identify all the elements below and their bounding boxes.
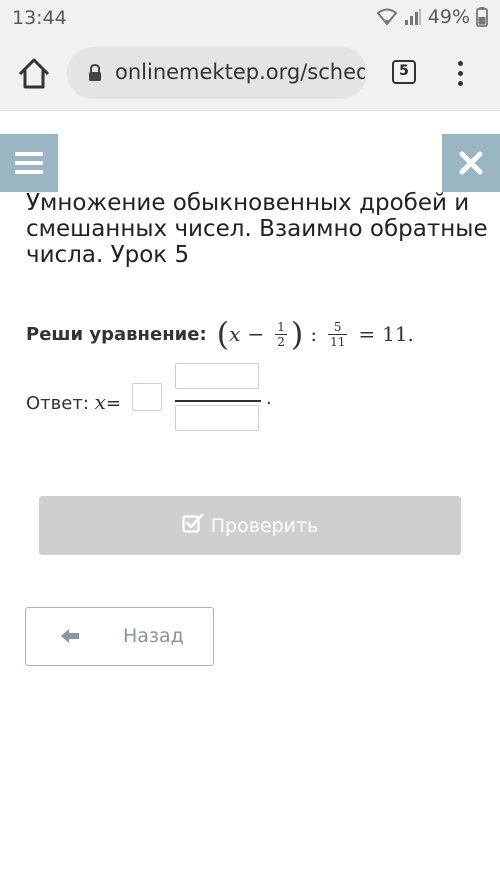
minus-sign: − (247, 322, 265, 346)
address-bar[interactable]: onlinemektep.org/schedule (67, 47, 367, 99)
status-time: 13:44 (12, 7, 67, 29)
equation-result: 11. (382, 322, 414, 346)
browser-toolbar: onlinemektep.org/schedule 5 (0, 36, 500, 111)
fraction-one-half: 1 2 (275, 319, 287, 349)
battery-level: 49% (427, 6, 470, 28)
whole-part-input[interactable] (132, 383, 162, 411)
fraction-bar (175, 400, 261, 402)
back-button-label: Назад (123, 625, 184, 647)
numerator-input[interactable] (175, 363, 259, 389)
task-label: Реши уравнение: (26, 323, 207, 345)
status-indicators: 49% (376, 6, 488, 28)
equals-sign: = (358, 322, 376, 346)
lock-icon (87, 63, 103, 87)
home-icon (14, 58, 54, 96)
browser-menu-button[interactable] (452, 58, 468, 90)
more-vert-icon (457, 61, 463, 66)
equation: ( x − 1 2 ) : 5 11 = 11. (217, 318, 414, 350)
arrow-left-icon (59, 627, 81, 649)
equation-var: x (229, 322, 241, 346)
divide-sign: : (310, 322, 318, 346)
checkbox-check-icon (182, 513, 211, 538)
status-bar: 13:44 49% (0, 0, 500, 36)
close-paren: ) (290, 315, 304, 353)
fraction-five-elevenths: 5 11 (328, 319, 348, 349)
back-button[interactable]: Назад (25, 607, 214, 666)
answer-var: x (94, 390, 106, 414)
sidebar-menu-button[interactable] (0, 134, 58, 192)
denominator-input[interactable] (175, 405, 259, 431)
answer-equals: = (105, 393, 121, 414)
check-button-label: Проверить (210, 514, 319, 537)
lesson-title: Умножение обыкновенных дробей и смешанны… (26, 190, 488, 268)
home-button[interactable] (14, 56, 54, 92)
close-button[interactable] (442, 134, 500, 192)
task-statement: Реши уравнение: ( x − 1 2 ) : 5 11 = 11. (26, 314, 414, 354)
url-text: onlinemektep.org/schedule (115, 60, 365, 84)
open-paren: ( (216, 315, 230, 353)
battery-icon (476, 7, 488, 27)
answer-label: Ответ: x= (26, 390, 121, 414)
wifi-icon (376, 8, 398, 26)
signal-icon (404, 8, 422, 26)
answer-period: . (266, 388, 272, 409)
tab-switcher-button[interactable]: 5 (392, 60, 416, 84)
check-button[interactable]: Проверить (39, 496, 461, 555)
